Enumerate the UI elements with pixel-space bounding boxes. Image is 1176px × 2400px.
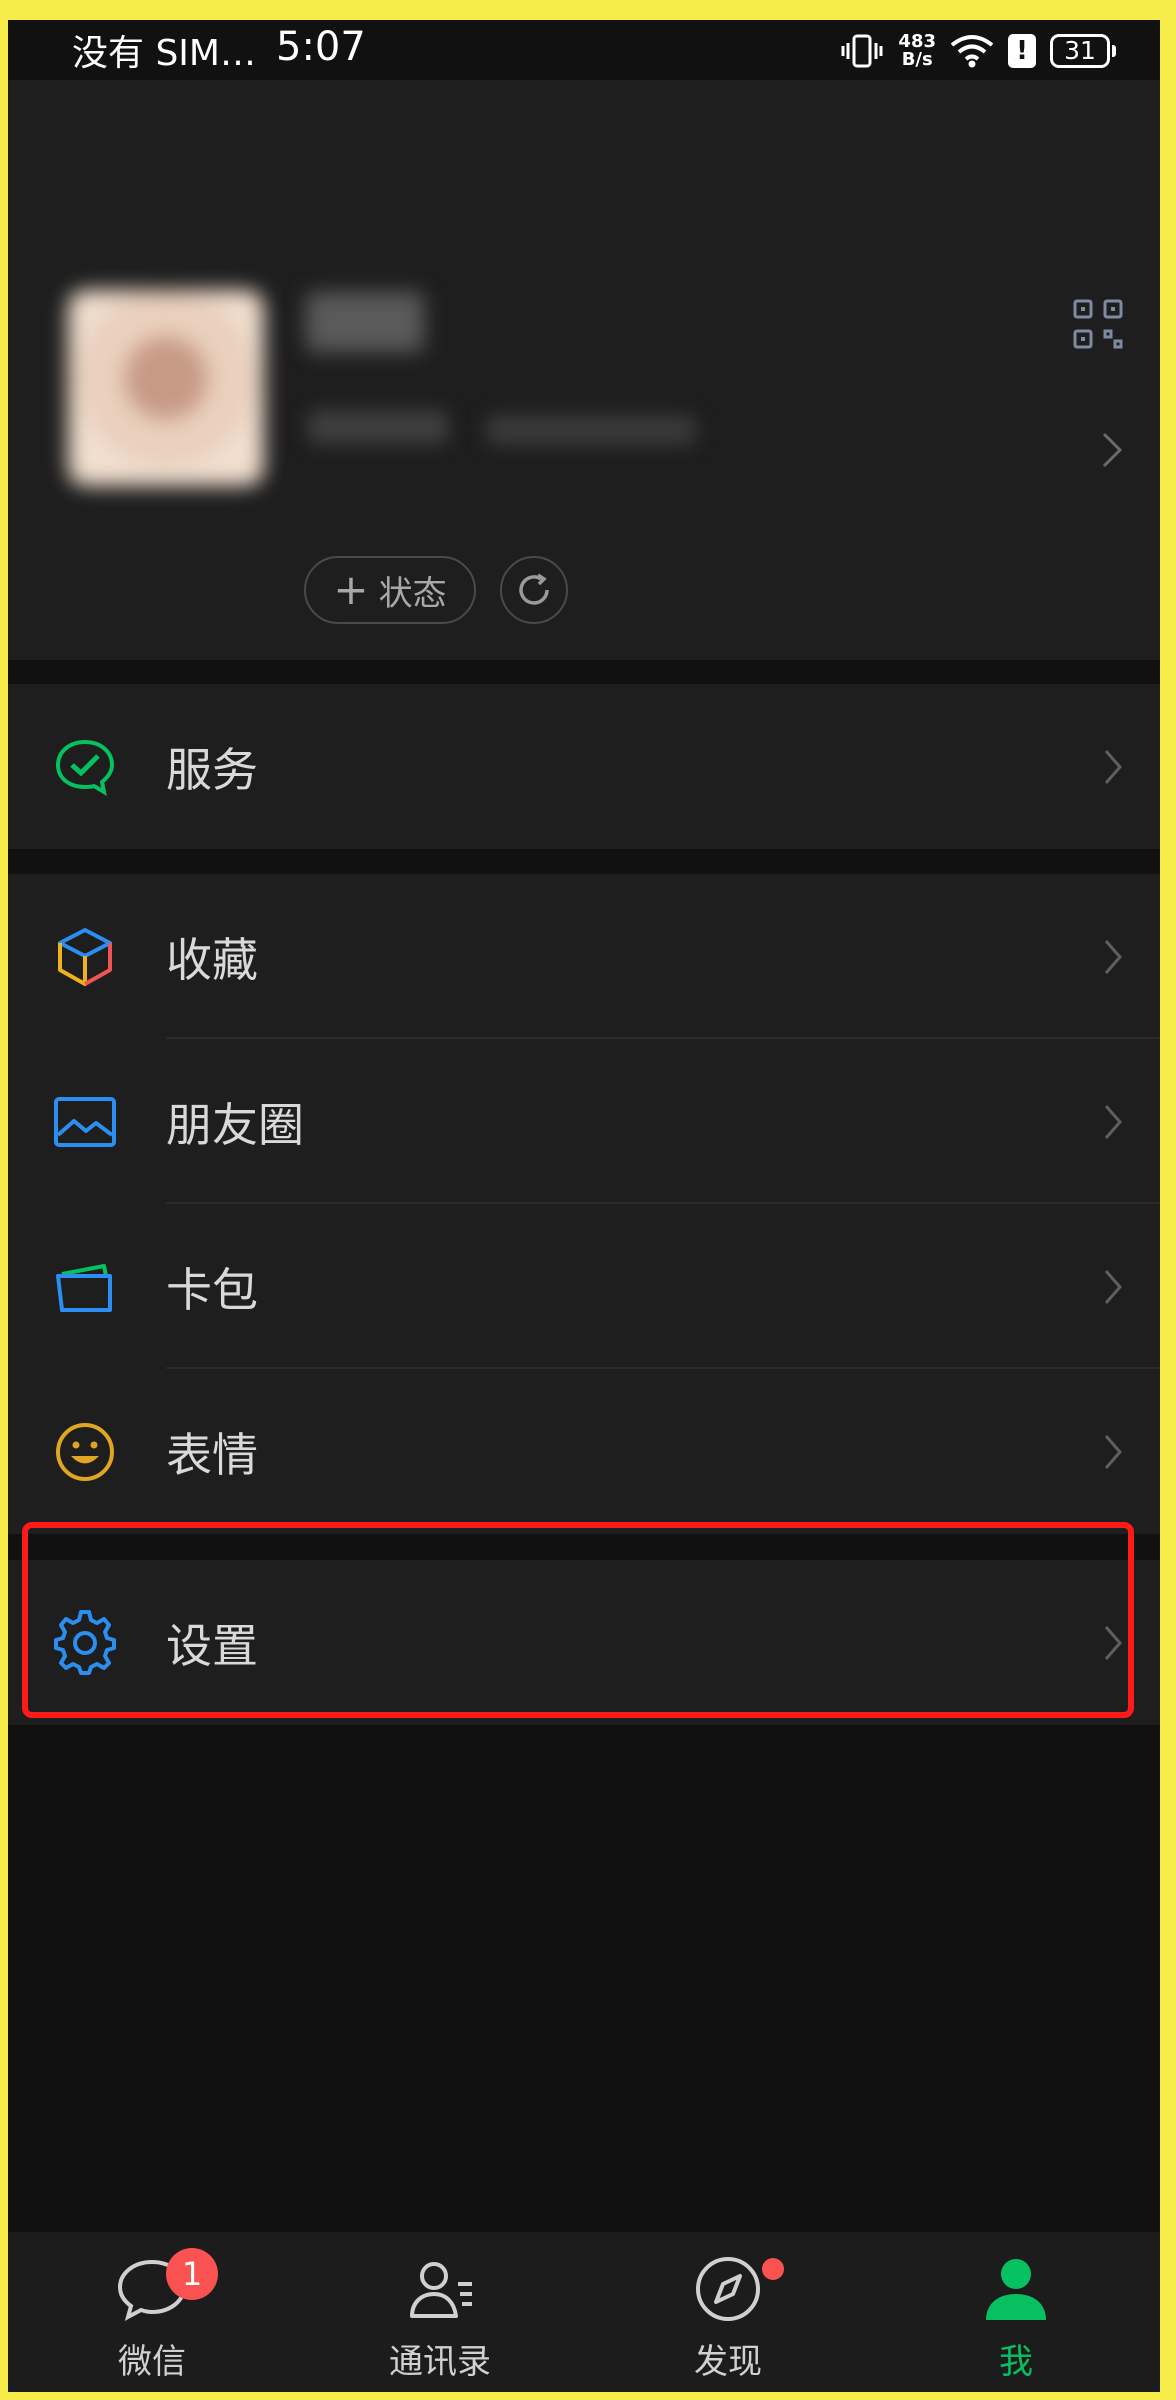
tab-label-discover: 发现 (694, 2342, 762, 2382)
wechat-id-label-blurred (308, 410, 448, 444)
menu-item-settings[interactable]: 设置 (8, 1560, 1160, 1725)
menu-label-moments: 朋友圈 (166, 1097, 304, 1152)
chevron-right-icon (1104, 1269, 1122, 1304)
services-group: 服务 (8, 684, 1160, 849)
status-bar: 没有 SIM… 5:07 483 B/s ! 31 (8, 20, 1160, 80)
menu-label-settings: 设置 (166, 1618, 258, 1673)
features-group: 收藏 朋友圈 卡包 表情 (8, 874, 1160, 1534)
clock: 5:07 (276, 24, 366, 70)
phone-screen: 没有 SIM… 5:07 483 B/s ! 31 + 状态 服务 收藏 朋友圈… (8, 20, 1160, 2392)
tab-label-chats: 微信 (118, 2342, 186, 2382)
wallet-icon (56, 1263, 112, 1312)
moments-image-icon (54, 1096, 116, 1147)
services-icon (55, 739, 115, 796)
compass-icon (696, 2257, 760, 2321)
contacts-icon (410, 2262, 472, 2318)
gear-icon (54, 1609, 116, 1675)
tab-me[interactable]: 我 (872, 2232, 1160, 2392)
menu-label-stickers: 表情 (166, 1427, 258, 1482)
plus-icon: + (333, 565, 369, 614)
menu-item-cards[interactable]: 卡包 (8, 1204, 1160, 1369)
menu-item-services[interactable]: 服务 (8, 684, 1160, 849)
bottom-tab-bar: 1 微信 通讯录 发现 我 (8, 2232, 1160, 2392)
wechat-id-blurred (486, 415, 696, 445)
menu-label-favorites: 收藏 (166, 932, 258, 987)
chevron-right-icon (1104, 1104, 1122, 1139)
chevron-right-icon[interactable] (1100, 430, 1124, 470)
chevron-right-icon (1104, 939, 1122, 974)
avatar[interactable] (68, 290, 264, 486)
menu-label-cards: 卡包 (166, 1262, 258, 1317)
status-label: 状态 (378, 573, 447, 614)
tab-contacts[interactable]: 通讯录 (296, 2232, 584, 2392)
speed-unit: B/s (901, 49, 933, 70)
settings-group: 设置 (8, 1560, 1160, 1725)
chevron-right-icon (1104, 1625, 1122, 1660)
tab-chats[interactable]: 1 微信 (8, 2232, 296, 2392)
menu-label-services: 服务 (166, 742, 258, 797)
favorites-cube-icon (58, 927, 112, 986)
battery-icon: 31 (1050, 34, 1116, 68)
tab-label-me: 我 (999, 2342, 1033, 2382)
menu-item-stickers[interactable]: 表情 (8, 1369, 1160, 1534)
add-status-button[interactable]: + 状态 (304, 556, 476, 624)
refresh-icon (519, 573, 549, 605)
smiley-icon (56, 1422, 114, 1481)
network-speed: 483 B/s (898, 33, 936, 69)
menu-item-favorites[interactable]: 收藏 (8, 874, 1160, 1039)
me-icon (986, 2259, 1046, 2320)
menu-item-moments[interactable]: 朋友圈 (8, 1039, 1160, 1204)
vibrate-icon (841, 34, 883, 68)
refresh-status-button[interactable] (500, 556, 568, 624)
tab-discover[interactable]: 发现 (584, 2232, 872, 2392)
qr-code-icon[interactable] (1072, 298, 1124, 350)
unread-badge: 1 (166, 2248, 218, 2300)
alert-icon: ! (1008, 34, 1036, 68)
carrier-text: 没有 SIM… (72, 33, 256, 74)
profile-header[interactable]: + 状态 (8, 80, 1160, 660)
discover-notification-dot (762, 2258, 784, 2280)
chevron-right-icon (1104, 1434, 1122, 1469)
status-icons: 483 B/s ! 31 (840, 26, 1116, 76)
tab-label-contacts: 通讯录 (389, 2342, 491, 2382)
chevron-right-icon (1104, 749, 1122, 784)
wifi-icon (950, 35, 994, 68)
nickname-blurred (306, 292, 424, 352)
